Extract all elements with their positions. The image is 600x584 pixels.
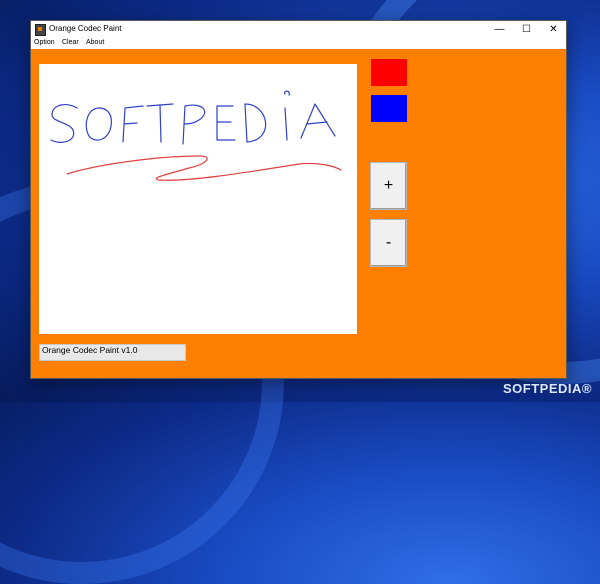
app-icon	[35, 24, 46, 36]
minimize-button[interactable]: —	[486, 21, 513, 38]
stroke-letter-p	[182, 104, 206, 145]
stroke-letter-o	[85, 107, 112, 141]
stroke-letter-f	[122, 105, 144, 143]
menu-about[interactable]: About	[86, 39, 104, 46]
canvas-drawing	[50, 90, 342, 181]
stroke-letter-i	[284, 90, 290, 141]
watermark: SOFTPEDIA®	[503, 381, 592, 396]
decrease-size-button[interactable]: -	[370, 219, 407, 267]
status-label: Orange Codec Paint v1.0	[39, 344, 186, 361]
title-bar[interactable]: Orange Codec Paint — ☐ ✕	[31, 21, 566, 38]
app-window: Orange Codec Paint — ☐ ✕ Option Clear Ab…	[30, 20, 567, 379]
menu-clear[interactable]: Clear	[62, 39, 79, 46]
stroke-letter-t	[146, 103, 174, 143]
stroke-letter-a	[300, 103, 336, 139]
client-area: + - Orange Codec Paint v1.0	[31, 49, 566, 378]
stroke-letter-s	[50, 104, 78, 143]
drawing-canvas[interactable]	[39, 64, 357, 334]
window-title: Orange Codec Paint	[49, 24, 122, 33]
menu-bar: Option Clear About	[31, 38, 566, 49]
color-swatch-red[interactable]	[371, 59, 407, 86]
stroke-letter-e	[216, 105, 236, 141]
close-button[interactable]: ✕	[540, 21, 566, 38]
menu-option[interactable]: Option	[34, 39, 55, 46]
increase-size-button[interactable]: +	[370, 162, 407, 210]
stroke-red-squiggle	[66, 155, 342, 181]
maximize-button[interactable]: ☐	[513, 21, 540, 38]
color-swatch-blue[interactable]	[371, 95, 407, 122]
stroke-letter-d	[244, 103, 267, 143]
